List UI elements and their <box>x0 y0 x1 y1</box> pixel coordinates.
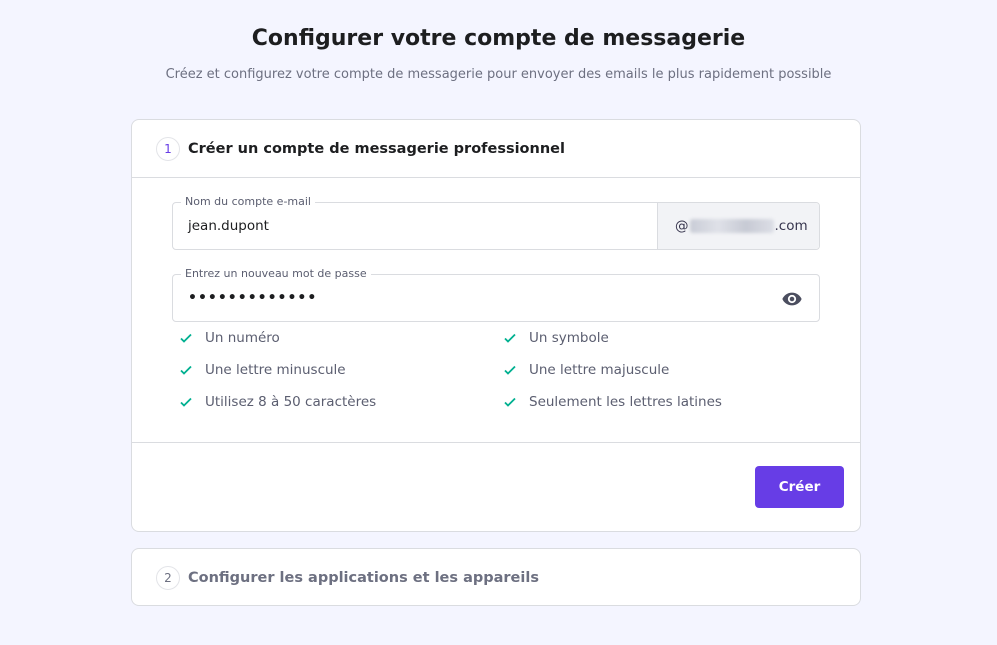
password-input[interactable]: ••••••••••••• <box>188 290 317 306</box>
requirement-item: Une lettre majuscule <box>503 362 669 378</box>
step-create-account-card: 1 Créer un compte de messagerie professi… <box>131 119 861 532</box>
check-icon <box>180 365 192 375</box>
check-icon <box>180 333 192 343</box>
requirement-item: Seulement les lettres latines <box>503 394 722 410</box>
page-title: Configurer votre compte de messagerie <box>251 26 746 51</box>
check-icon <box>504 333 516 343</box>
check-icon <box>504 397 516 407</box>
step-2-number: 2 <box>156 566 180 590</box>
page-subtitle: Créez et configurez votre compte de mess… <box>165 67 832 82</box>
email-domain: @ .com <box>657 203 819 249</box>
requirement-item: Un symbole <box>503 330 609 346</box>
step-2-header[interactable]: 2 Configurer les applications et les app… <box>132 549 860 607</box>
requirement-item: Un numéro <box>179 330 280 346</box>
step-configure-apps-card[interactable]: 2 Configurer les applications et les app… <box>131 548 861 606</box>
eye-icon[interactable] <box>781 288 803 310</box>
domain-at: @ <box>675 218 689 234</box>
card-footer-divider <box>132 442 860 443</box>
check-icon <box>180 397 192 407</box>
step-2-title: Configurer les applications et les appar… <box>188 570 539 586</box>
email-account-field[interactable]: Nom du compte e-mail jean.dupont @ .com <box>172 195 820 250</box>
requirement-item: Une lettre minuscule <box>179 362 346 378</box>
email-account-input[interactable]: jean.dupont <box>173 203 657 249</box>
step-1-header: 1 Créer un compte de messagerie professi… <box>132 120 860 178</box>
step-1-title: Créer un compte de messagerie profession… <box>188 140 565 157</box>
blurred-domain <box>689 219 774 233</box>
email-account-label: Nom du compte e-mail <box>181 195 315 208</box>
create-button[interactable]: Créer <box>755 466 844 508</box>
step-1-number: 1 <box>156 136 180 161</box>
requirement-item: Utilisez 8 à 50 caractères <box>179 394 376 410</box>
password-field[interactable]: Entrez un nouveau mot de passe •••••••••… <box>172 267 820 322</box>
check-icon <box>504 365 516 375</box>
password-label: Entrez un nouveau mot de passe <box>181 267 371 280</box>
domain-suffix: .com <box>774 218 808 234</box>
